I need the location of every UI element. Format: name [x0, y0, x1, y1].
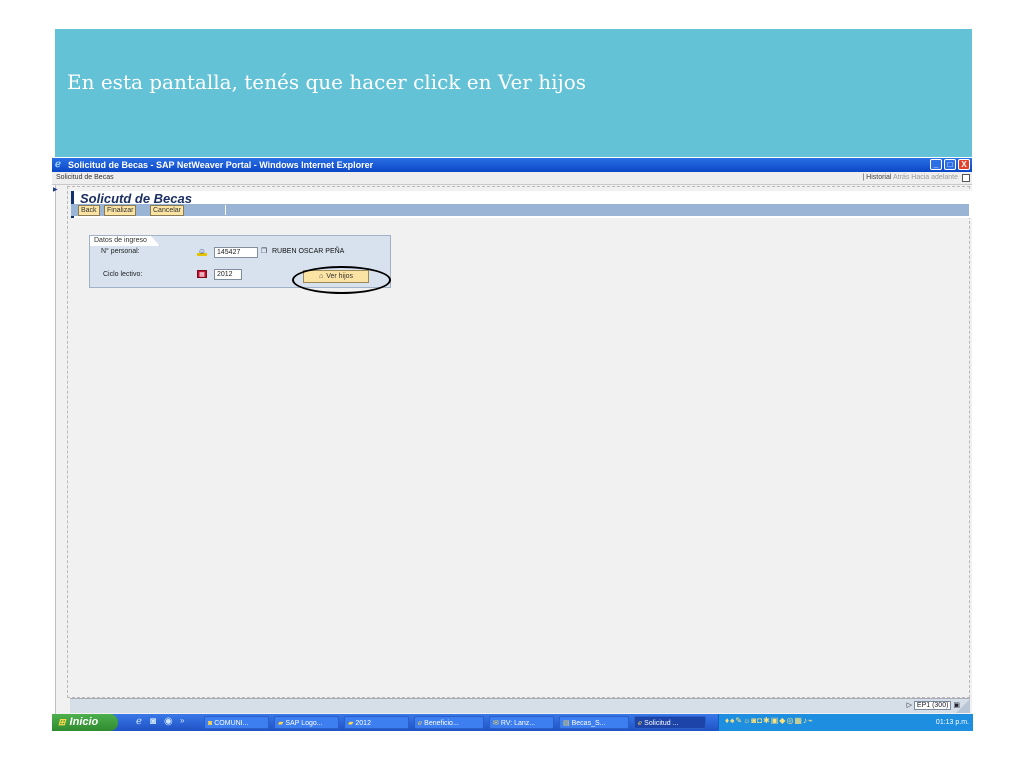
quicklaunch-more[interactable]: » [180, 716, 184, 725]
cancel-button[interactable]: Cancelar [150, 205, 185, 216]
start-label: Inicio [69, 716, 99, 728]
document-icon: ▤ [563, 720, 570, 727]
windows-taskbar: ⊞ Inicio ℯ ◙ ◉ » ◙ COMUNI... ▰ SAP Logo... … [52, 714, 973, 731]
folder-icon: ▰ [278, 720, 284, 727]
expand-arrow-icon[interactable]: ▶ [53, 186, 58, 193]
quicklaunch-firefox-icon[interactable]: ◉ [164, 716, 173, 727]
back-button[interactable]: Back [78, 205, 100, 216]
portal-header: Solicitud de Becas | Historial Atrás Hac… [52, 172, 972, 185]
cycle-label: Ciclo lectivo: [103, 271, 143, 278]
history-link[interactable]: Historial [866, 174, 891, 181]
highlight-ellipse [292, 266, 391, 294]
task-item-active[interactable]: ℯ Solicitud ... [634, 716, 706, 729]
task-item[interactable]: ▰ SAP Logo... [274, 716, 339, 729]
task-item[interactable]: ℯ Beneficio... [414, 716, 484, 729]
calendar-icon: ▦ [197, 270, 207, 278]
windows-logo-icon: ⊞ [58, 717, 66, 727]
group-title: Datos de ingreso [89, 235, 160, 246]
system-id[interactable]: EP1 (300) [913, 701, 952, 710]
folder-icon: ▰ [348, 720, 354, 727]
quicklaunch-outlook-icon[interactable]: ◙ [150, 716, 156, 727]
personal-number-label: N° personal: [101, 248, 140, 255]
toolbar-separator [225, 205, 226, 215]
task-item[interactable]: ▤ Becas_S... [559, 716, 629, 729]
minimize-button[interactable]: _ [930, 159, 942, 170]
instruction-text: En esta pantalla, tenés que hacer click … [67, 70, 586, 94]
back-link[interactable]: Atrás [893, 174, 909, 181]
quicklaunch-ie-icon[interactable]: ℯ [136, 716, 142, 727]
maximize-button[interactable]: □ [944, 159, 956, 170]
outlook-icon: ◙ [208, 720, 213, 727]
app-toolbar: Back Finalizar Cancelar [71, 204, 969, 216]
clock: 01:13 p.m. [935, 719, 969, 726]
status-corner [956, 699, 970, 713]
instruction-banner: En esta pantalla, tenés que hacer click … [55, 29, 972, 157]
system-tray: ♦♠✎☼◙◘✱▣◆◎▦♪⌁ 01:13 p.m. [718, 714, 973, 731]
window-titlebar: ℯ Solicitud de Becas - SAP NetWeaver Por… [52, 158, 972, 172]
finish-button[interactable]: Finalizar [104, 205, 137, 216]
ie-icon: ℯ [638, 720, 643, 727]
portal-page-title: Solicitud de Becas [56, 174, 114, 181]
task-item[interactable]: ◙ COMUNI... [204, 716, 269, 729]
status-bar: ▷ EP1 (300) ▣ [70, 698, 970, 713]
task-item[interactable]: ▰ 2012 [344, 716, 409, 729]
close-button[interactable]: X [958, 159, 970, 170]
forward-link[interactable]: Hacia adelante [911, 174, 958, 181]
browser-window: ℯ Solicitud de Becas - SAP NetWeaver Por… [52, 158, 972, 730]
ie-icon: ℯ [418, 720, 423, 727]
start-button[interactable]: ⊞ Inicio [52, 714, 118, 731]
person-icon: ☺ [197, 247, 207, 256]
tray-icons[interactable]: ♦♠✎☼◙◘✱▣◆◎▦♪⌁ [725, 716, 814, 725]
portal-menu-icon[interactable] [962, 174, 970, 182]
cycle-field[interactable]: 2012 [214, 269, 242, 280]
navigation-panel-collapsed[interactable] [52, 185, 56, 730]
personal-number-field[interactable]: 145427 [214, 247, 258, 258]
portal-nav: | Historial Atrás Hacia adelante [862, 174, 958, 181]
f4-help-icon[interactable]: ❐ [259, 248, 269, 256]
employee-name: RUBEN OSCAR PEÑA [272, 248, 345, 255]
ie-icon: ℯ [55, 159, 61, 170]
mail-icon: ✉ [493, 720, 499, 727]
window-title: Solicitud de Becas - SAP NetWeaver Porta… [68, 160, 374, 170]
task-item[interactable]: ✉ RV: Lanz... [489, 716, 554, 729]
system-status: ▷ EP1 (300) ▣ [906, 701, 960, 710]
